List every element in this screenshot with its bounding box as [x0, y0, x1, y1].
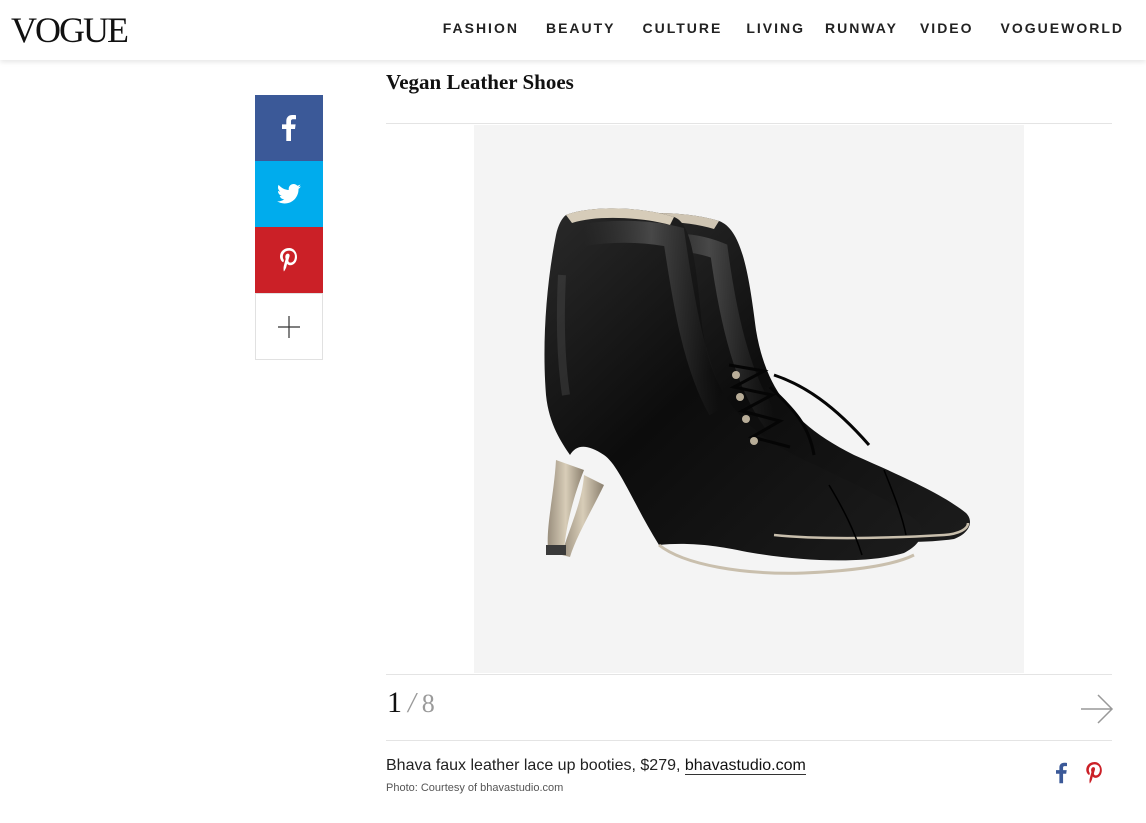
slide-caption: Bhava faux leather lace up booties, $279… — [386, 757, 806, 775]
share-bar — [255, 95, 323, 360]
plus-icon — [278, 315, 300, 338]
caption-link[interactable]: bhavastudio.com — [684, 757, 806, 775]
nav-item-culture[interactable]: CULTURE — [643, 20, 723, 36]
slide-separator: / — [408, 688, 416, 719]
share-twitter-button[interactable] — [255, 161, 323, 227]
photo-credit: Photo: Courtesy of bhavastudio.com — [386, 782, 564, 794]
divider — [386, 674, 1112, 675]
nav-item-living[interactable]: LIVING — [746, 20, 805, 36]
pinterest-icon — [1086, 762, 1102, 784]
slide-current: 1 — [387, 686, 402, 719]
share-pinterest-button[interactable] — [255, 227, 323, 293]
arrow-right-icon — [1081, 694, 1114, 724]
facebook-icon — [282, 115, 296, 141]
twitter-icon — [277, 184, 301, 204]
nav-item-runway[interactable]: RUNWAY — [825, 20, 898, 36]
divider — [386, 740, 1112, 741]
nav-item-vogueworld[interactable]: VOGUEWORLD — [1001, 20, 1124, 36]
share-facebook-button[interactable] — [255, 95, 323, 161]
share-more-button[interactable] — [255, 293, 323, 360]
vogue-logo[interactable]: VOGUE — [11, 12, 129, 48]
caption-facebook-share[interactable] — [1056, 762, 1067, 789]
main-nav: FASHION BEAUTY CULTURE LIVING RUNWAY VID… — [443, 20, 1124, 36]
product-image[interactable] — [474, 125, 1024, 673]
slide-title: Vegan Leather Shoes — [386, 70, 574, 94]
next-slide-button[interactable] — [1080, 693, 1114, 725]
ankle-boots-image — [544, 208, 970, 575]
divider — [386, 123, 1112, 124]
site-header: VOGUE FASHION BEAUTY CULTURE LIVING RUNW… — [0, 0, 1146, 60]
slide-counter: 1 / 8 — [387, 686, 435, 720]
nav-item-fashion[interactable]: FASHION — [443, 20, 519, 36]
caption-text: Bhava faux leather lace up booties, $279… — [386, 757, 685, 774]
nav-item-video[interactable]: VIDEO — [920, 20, 974, 36]
caption-pinterest-share[interactable] — [1086, 762, 1103, 789]
pinterest-icon — [280, 248, 297, 272]
nav-item-beauty[interactable]: BEAUTY — [546, 20, 616, 36]
slide-total: 8 — [421, 689, 435, 718]
facebook-icon — [1056, 762, 1067, 784]
